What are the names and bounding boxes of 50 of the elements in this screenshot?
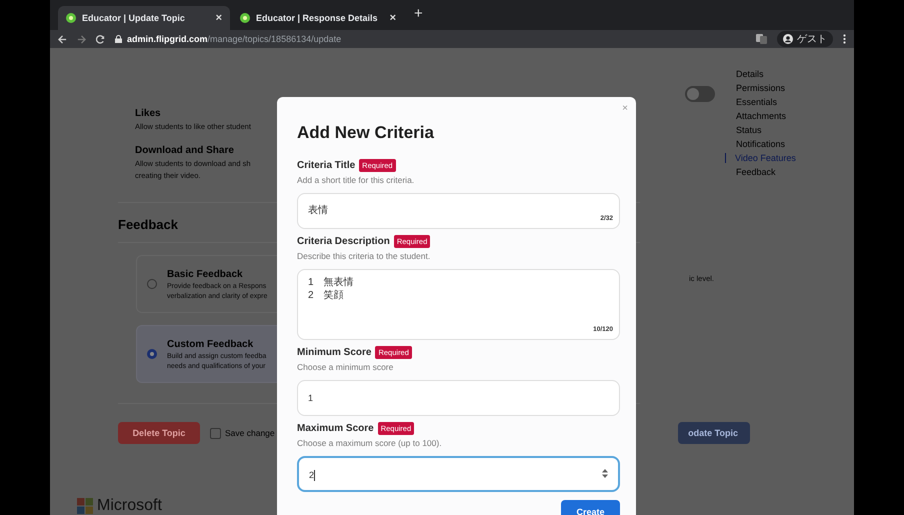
nav-link[interactable]: Essentials (735, 97, 778, 107)
checkbox[interactable] (210, 428, 221, 438)
reload-icon[interactable] (96, 34, 105, 44)
setting-title: Download and Share (135, 145, 235, 156)
nav-link[interactable]: Notifications (735, 139, 786, 149)
lock-icon (115, 35, 122, 43)
forward-arrow-icon[interactable] (77, 34, 86, 44)
profile-button[interactable]: ゲスト (777, 31, 833, 47)
close-tab-button[interactable]: × (390, 12, 396, 24)
field-hint: Describe this criteria to the student. (297, 251, 432, 261)
person-icon (783, 34, 793, 44)
section-heading: Feedback (118, 217, 178, 232)
dialog-title: Add New Criteria (297, 123, 435, 143)
field-hint: Choose a minimum score (297, 362, 394, 372)
field-hint: Add a short title for this criteria. (297, 175, 416, 185)
spinner-arrows-icon[interactable] (602, 469, 608, 478)
toggle-switch[interactable] (685, 86, 715, 102)
update-topic-button[interactable]: odate Topic (678, 422, 750, 444)
checkbox-label: Save change (225, 428, 275, 438)
field-label: Criteria Description (297, 236, 390, 247)
delete-topic-button[interactable]: Delete Topic (118, 422, 200, 444)
radio-button[interactable] (147, 349, 157, 359)
translate-icon[interactable] (756, 34, 767, 44)
create-button[interactable]: Create (561, 500, 620, 515)
browser-tab[interactable]: Educator | Update Topic × (58, 6, 230, 30)
field-hint: Choose a maximum score (up to 100). (297, 438, 443, 448)
new-tab-button[interactable]: + (406, 4, 431, 26)
browser-tab[interactable]: Educator | Response Details × (232, 6, 404, 30)
tab-favicon-icon (66, 13, 76, 23)
back-arrow-icon[interactable] (58, 34, 67, 44)
nav-link[interactable]: Status (735, 125, 762, 135)
setting-title: Likes (135, 108, 162, 119)
tab-favicon-icon (240, 13, 250, 23)
option-title: Custom Feedback (167, 338, 254, 350)
nav-link[interactable]: Details (735, 69, 764, 79)
close-tab-button[interactable]: × (216, 12, 222, 24)
windows-logo-icon (77, 498, 93, 514)
menu-icon[interactable] (843, 34, 846, 44)
input-field[interactable]: 2 (297, 456, 620, 492)
input-field[interactable]: 1 (297, 380, 620, 416)
field-label: Minimum Score (297, 347, 372, 358)
nav-link[interactable]: Attachments (735, 111, 786, 121)
radio-button[interactable] (147, 279, 157, 289)
address-bar-url[interactable]: admin.flipgrid.com/manage/topics/18586134/update (127, 34, 342, 44)
nav-link[interactable]: Feedback (735, 167, 776, 177)
field-label: Criteria Title (297, 160, 356, 171)
nav-link[interactable]: Permissions (735, 83, 786, 93)
footer-logo-text: Microsoft (97, 497, 162, 514)
option-title: Basic Feedback (167, 268, 244, 280)
field-label: Maximum Score (297, 423, 374, 434)
